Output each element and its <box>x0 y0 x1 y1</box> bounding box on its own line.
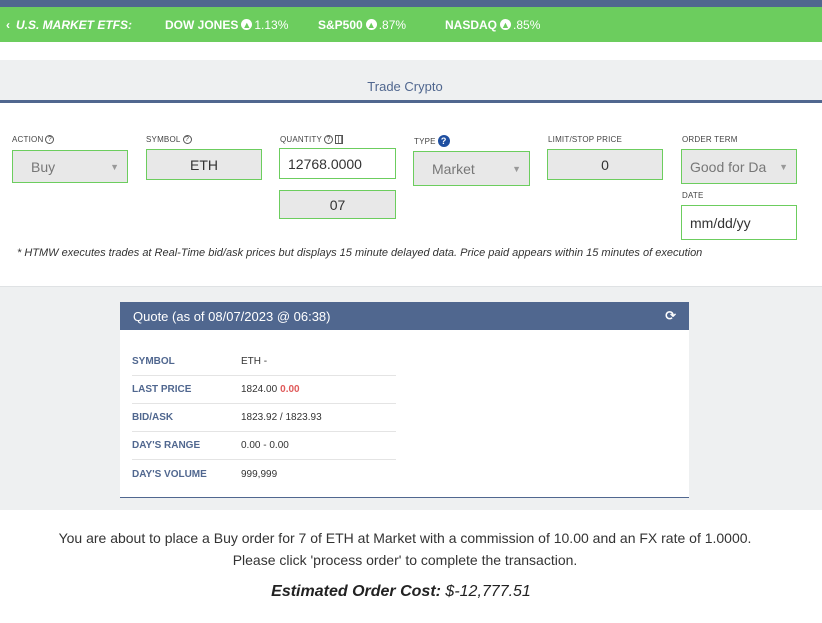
symbol-label-text: SYMBOL <box>146 135 181 144</box>
order-term-select[interactable]: Good for Da ▼ <box>681 149 797 184</box>
estimated-cost: Estimated Order Cost: $-12,777.51 <box>0 583 802 601</box>
quote-symbol-label: SYMBOL <box>132 356 175 367</box>
type-value: Market <box>432 160 475 177</box>
quote-title: Quote (as of 08/07/2023 @ 06:38) <box>133 308 331 324</box>
caret-down-icon: ▼ <box>779 161 788 172</box>
quote-table: SYMBOL ETH - LAST PRICE 1824.00 0.00 BID/… <box>132 348 396 488</box>
trade-header: Trade Crypto <box>0 60 822 103</box>
quote-bidask-value: 1823.92 / 1823.93 <box>241 412 322 423</box>
chevron-left-icon[interactable]: ‹ <box>6 18 10 32</box>
help-icon[interactable]: ? <box>324 135 334 144</box>
help-icon[interactable]: ? <box>182 135 192 144</box>
estimated-cost-value: $-12,777.51 <box>445 583 531 600</box>
arrow-up-icon: ▲ <box>500 19 512 30</box>
quantity-secondary-value: 07 <box>329 196 346 213</box>
ticker-nasdaq[interactable]: NASDAQ ▲ .85% <box>445 18 540 32</box>
summary-line-1: You are about to place a Buy order for 7… <box>58 530 752 546</box>
quote-row: LAST PRICE 1824.00 0.00 <box>132 376 396 404</box>
page-title: Trade Crypto <box>367 79 443 94</box>
quote-row: BID/ASK 1823.92 / 1823.93 <box>132 404 396 432</box>
caret-down-icon: ▼ <box>512 163 521 174</box>
quantity-secondary-field[interactable]: 07 <box>279 190 396 219</box>
quote-symbol-value: ETH - <box>241 356 268 367</box>
action-select[interactable]: Buy ▼ <box>12 150 128 183</box>
quote-last-label: LAST PRICE <box>132 384 192 395</box>
symbol-value: ETH <box>190 156 218 173</box>
top-strip <box>0 0 822 7</box>
market-ticker: ‹ U.S. MARKET ETFS: DOW JONES ▲ 1.13% S&… <box>0 7 822 42</box>
quantity-input[interactable]: 12768.0000 <box>279 148 396 179</box>
caret-down-icon: ▼ <box>110 161 119 172</box>
ticker-dow[interactable]: DOW JONES ▲ 1.13% <box>165 18 288 32</box>
date-placeholder: mm/dd/yy <box>690 214 751 231</box>
order-summary: You are about to place a Buy order for 7… <box>0 527 810 571</box>
limit-label-text: LIMIT/STOP PRICE <box>548 135 623 144</box>
help-icon[interactable]: ? <box>437 135 450 147</box>
arrow-up-icon: ▲ <box>365 19 377 30</box>
summary-line-2: Please click 'process order' to complete… <box>232 552 578 568</box>
quote-range-value: 0.00 - 0.00 <box>241 440 289 451</box>
quote-range-label: DAY'S RANGE <box>132 440 201 451</box>
estimated-cost-label: Estimated Order Cost: <box>271 583 441 600</box>
quote-card: Quote (as of 08/07/2023 @ 06:38) ⟳ SYMBO… <box>120 302 689 498</box>
symbol-label: SYMBOL ? <box>146 135 192 144</box>
date-label-text: DATE <box>682 191 704 200</box>
quote-volume-label: DAY'S VOLUME <box>132 468 207 480</box>
type-label: TYPE ? <box>414 135 450 147</box>
ticker-sp500-change: .87% <box>378 17 407 32</box>
ticker-sp500-name: S&P500 <box>318 17 363 32</box>
last-price: 1824.00 <box>241 384 278 395</box>
refresh-icon[interactable]: ⟳ <box>665 308 676 324</box>
ticker-nasdaq-name: NASDAQ <box>445 17 498 32</box>
ticker-label[interactable]: ‹ U.S. MARKET ETFS: <box>6 18 132 32</box>
quote-bidask-label: BID/ASK <box>132 412 174 423</box>
limit-value: 0 <box>601 156 609 173</box>
ticker-dow-change: 1.13% <box>254 17 289 32</box>
action-value: Buy <box>31 158 56 175</box>
date-input[interactable]: mm/dd/yy <box>681 205 797 240</box>
ticker-nasdaq-change: .85% <box>513 17 541 32</box>
quantity-label: QUANTITY ? <box>280 135 344 144</box>
action-label: ACTION ? <box>12 135 55 144</box>
arrow-up-icon: ▲ <box>241 19 253 30</box>
type-label-text: TYPE <box>414 136 436 146</box>
delay-note: * HTMW executes trades at Real-Time bid/… <box>17 247 703 259</box>
calculator-icon[interactable] <box>335 135 344 144</box>
limit-price-field[interactable]: 0 <box>547 149 663 180</box>
quote-row: SYMBOL ETH - <box>132 348 396 376</box>
quantity-value: 12768.0000 <box>288 155 362 172</box>
term-value: Good for Da <box>690 158 767 175</box>
ticker-dow-name: DOW JONES <box>165 17 239 32</box>
symbol-field[interactable]: ETH <box>146 149 262 180</box>
action-label-text: ACTION <box>12 135 44 144</box>
price-change: 0.00 <box>280 384 300 395</box>
quantity-label-text: QUANTITY <box>280 135 323 144</box>
type-select[interactable]: Market ▼ <box>413 151 530 186</box>
limit-label: LIMIT/STOP PRICE <box>548 135 622 144</box>
quote-header: Quote (as of 08/07/2023 @ 06:38) ⟳ <box>120 302 689 330</box>
quote-row: DAY'S VOLUME 999,999 <box>132 460 396 488</box>
quote-section: Quote (as of 08/07/2023 @ 06:38) ⟳ SYMBO… <box>0 286 822 510</box>
quote-row: DAY'S RANGE 0.00 - 0.00 <box>132 432 396 460</box>
quote-volume-value: 999,999 <box>241 468 278 480</box>
term-label: ORDER TERM <box>682 135 738 144</box>
term-label-text: ORDER TERM <box>682 135 738 144</box>
ticker-sp500[interactable]: S&P500 ▲ .87% <box>318 18 406 32</box>
date-label: DATE <box>682 191 704 200</box>
help-icon[interactable]: ? <box>45 135 55 144</box>
quote-last-value: 1824.00 0.00 <box>241 384 300 395</box>
ticker-label-text: U.S. MARKET ETFS: <box>16 17 132 32</box>
